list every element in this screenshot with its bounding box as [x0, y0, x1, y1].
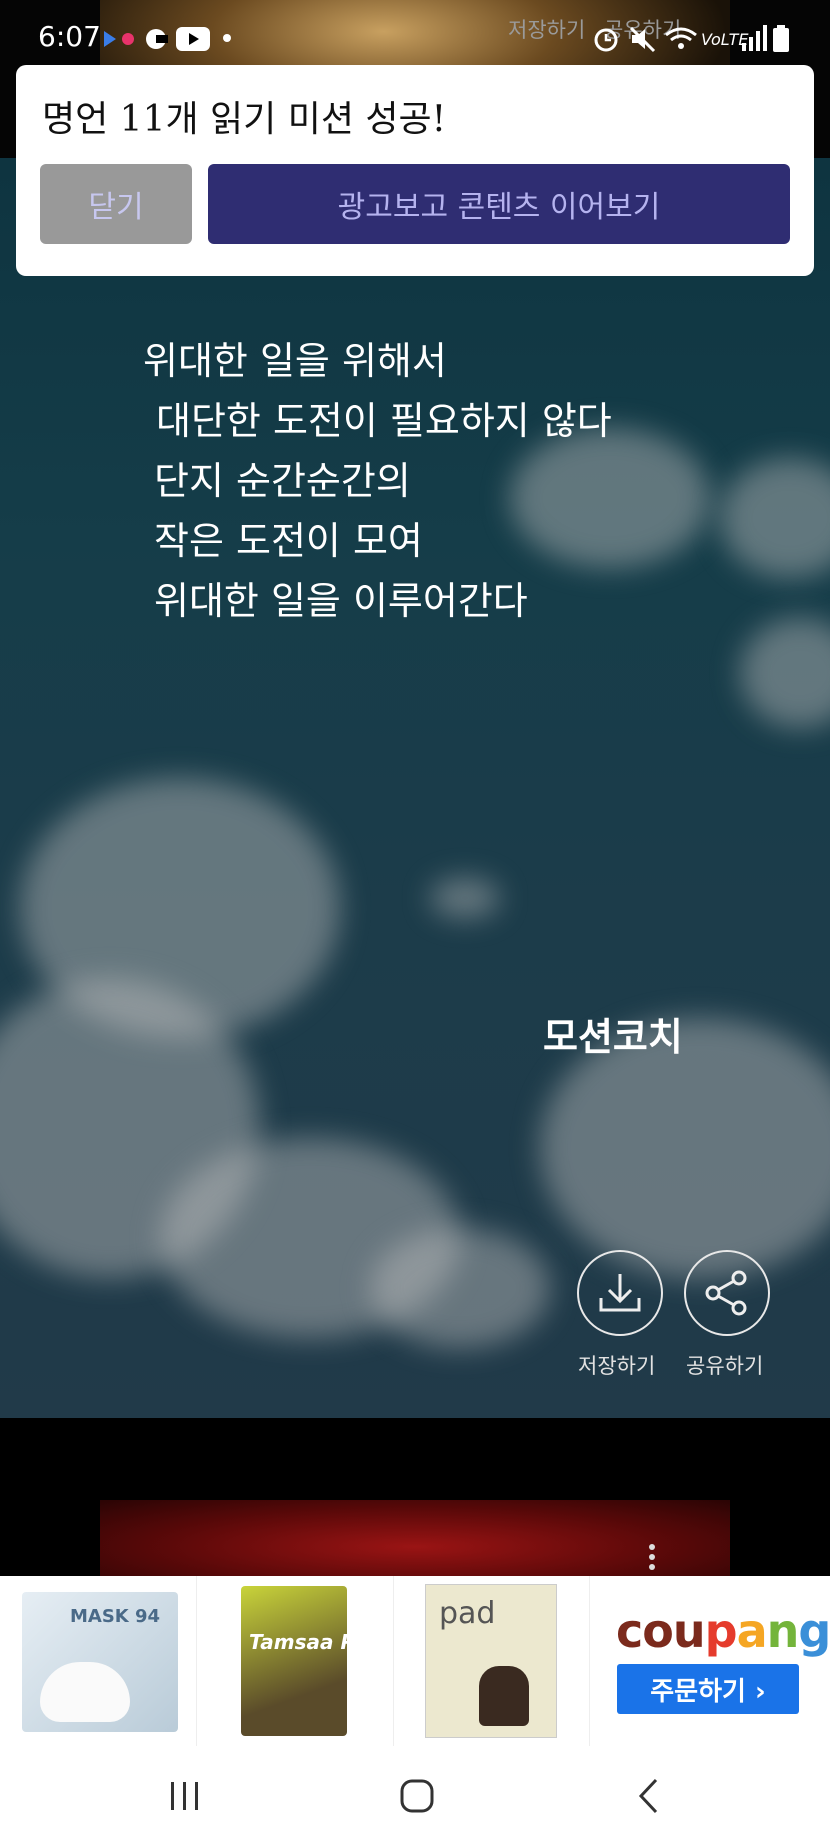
- recent-apps-icon[interactable]: [167, 1780, 203, 1812]
- next-card-image[interactable]: [100, 1500, 730, 1578]
- mute-icon: [629, 26, 656, 53]
- tissue-box-text: Tamsaa Pure: [249, 1630, 393, 1654]
- home-icon[interactable]: [399, 1778, 435, 1814]
- navigation-bar: [0, 1746, 830, 1844]
- ad-product-tissue[interactable]: Tamsaa Pure: [197, 1576, 394, 1746]
- back-icon[interactable]: [636, 1778, 662, 1814]
- share-button[interactable]: [684, 1250, 770, 1336]
- tissue-box-image: [241, 1586, 347, 1736]
- share-label: 공유하기: [686, 1354, 764, 1378]
- cloud: [740, 618, 830, 728]
- status-time: 6:07: [38, 20, 101, 53]
- pad-box-text: pad: [439, 1596, 496, 1631]
- signal-icon: [742, 25, 767, 51]
- save-button[interactable]: [577, 1250, 663, 1336]
- battery-icon: [773, 25, 789, 52]
- close-button[interactable]: 닫기: [40, 164, 192, 244]
- dialog-message: 명언 11개 읽기 미션 성공!: [42, 99, 447, 140]
- ad-banner[interactable]: MASK 94 Tamsaa Pure pad coupang 주문하기 ›: [0, 1576, 830, 1746]
- app-icon: [146, 29, 168, 49]
- notification-dot-icon: [223, 34, 231, 42]
- page-dots-icon: [649, 1544, 655, 1570]
- mask-box-text: MASK 94: [70, 1606, 161, 1627]
- quote-author: 모션코치: [543, 1014, 683, 1059]
- quote-line: 위대한 일을 위해서: [143, 339, 447, 383]
- ad-product-pad[interactable]: pad: [393, 1576, 590, 1746]
- cloud: [370, 1228, 550, 1348]
- watch-ad-continue-button[interactable]: 광고보고 콘텐츠 이어보기: [208, 164, 790, 244]
- cloud: [720, 458, 830, 578]
- dog-image: [479, 1666, 529, 1726]
- save-label: 저장하기: [578, 1354, 656, 1378]
- download-icon: [599, 1274, 641, 1312]
- ad-product-mask[interactable]: MASK 94: [0, 1576, 197, 1746]
- alarm-icon: [594, 28, 618, 52]
- quote-line: 대단한 도전이 필요하지 않다: [156, 399, 612, 443]
- quote-line: 위대한 일을 이루어간다: [154, 579, 528, 623]
- wifi-icon: [665, 27, 697, 49]
- cloud: [430, 878, 500, 918]
- quote-line: 작은 도전이 모여: [154, 519, 423, 563]
- quote-card: 위대한 일을 위해서 대단한 도전이 필요하지 않다 단지 순간순간의 작은 도…: [0, 158, 830, 1418]
- share-icon: [705, 1270, 747, 1316]
- cloud: [510, 428, 710, 568]
- youtube-icon: [176, 27, 210, 51]
- media-dots-icon: [104, 31, 134, 47]
- quote-line: 단지 순간순간의: [154, 459, 411, 503]
- coupang-logo: coupang: [616, 1604, 830, 1658]
- order-button[interactable]: 주문하기 ›: [617, 1664, 799, 1714]
- mission-dialog: 명언 11개 읽기 미션 성공! 닫기 광고보고 콘텐츠 이어보기: [16, 65, 814, 276]
